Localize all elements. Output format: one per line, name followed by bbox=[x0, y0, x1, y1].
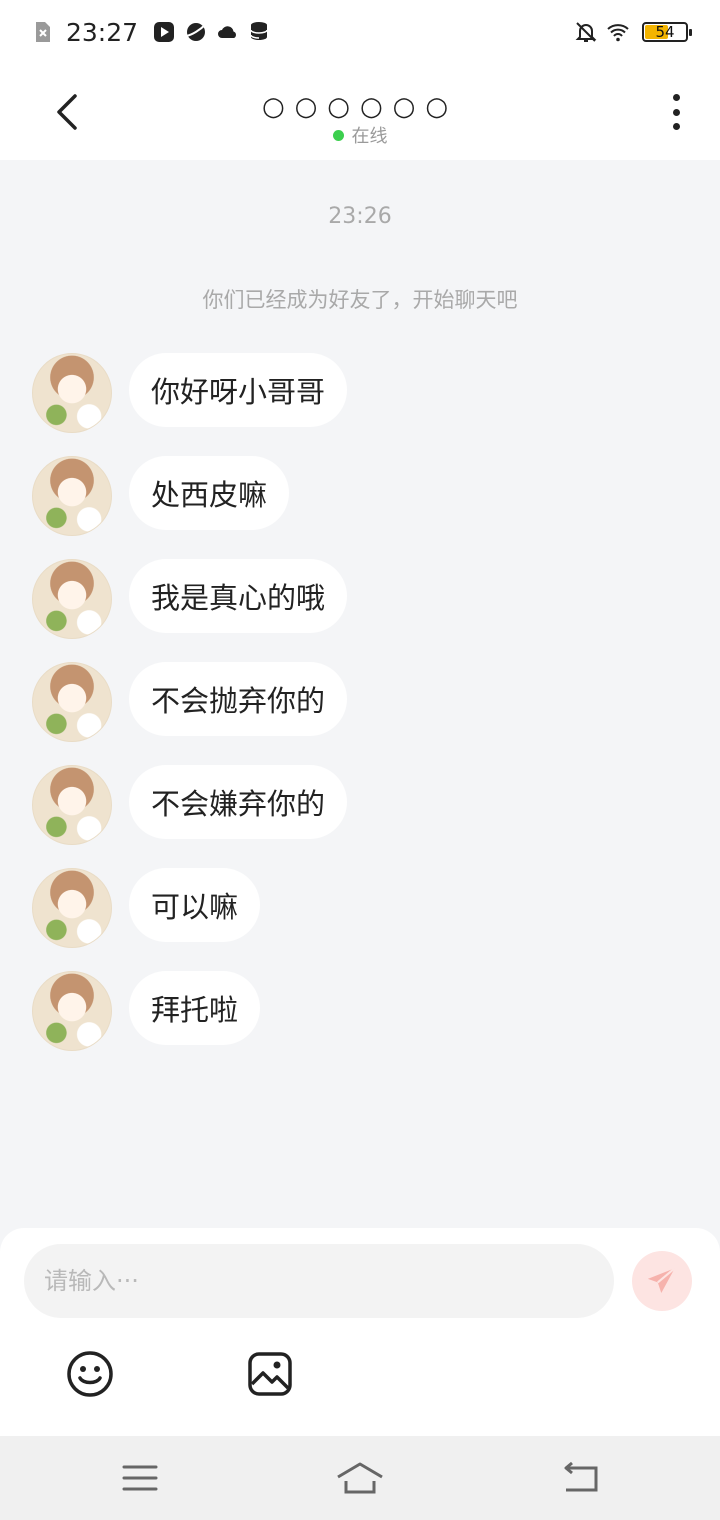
message-row: 可以嘛 bbox=[32, 868, 347, 971]
emoji-button[interactable] bbox=[66, 1350, 114, 1398]
more-options-button[interactable] bbox=[662, 90, 690, 134]
system-back-button[interactable] bbox=[556, 1456, 604, 1500]
message-bubble[interactable]: 可以嘛 bbox=[129, 868, 261, 942]
play-store-icon bbox=[154, 22, 175, 42]
home-button[interactable] bbox=[336, 1456, 384, 1500]
more-dot bbox=[672, 108, 680, 116]
home-icon bbox=[337, 1462, 383, 1494]
image-icon bbox=[248, 1352, 292, 1396]
chat-timestamp: 23:26 bbox=[328, 204, 392, 229]
status-bar-right: 54 bbox=[574, 20, 692, 44]
wifi-icon bbox=[607, 24, 629, 42]
planet-icon bbox=[185, 23, 207, 41]
avatar[interactable] bbox=[32, 559, 112, 639]
image-button[interactable] bbox=[246, 1350, 294, 1398]
smiley-icon bbox=[67, 1351, 113, 1397]
avatar[interactable] bbox=[32, 868, 112, 948]
more-dot bbox=[672, 123, 680, 130]
message-row: 你好呀小哥哥 bbox=[32, 353, 348, 456]
message-list: 你好呀小哥哥 处西皮嘛 我是真心的哦 不会抛弃你的 不会嫌弃你的 可以嘛 拜托啦 bbox=[32, 353, 348, 1074]
back-icon bbox=[564, 1462, 598, 1492]
message-row: 处西皮嘛 bbox=[32, 456, 347, 559]
recent-apps-button[interactable] bbox=[116, 1456, 164, 1500]
status-bar-left: 23:27 bbox=[30, 18, 272, 47]
header-title-group: ○○○○○○ 在线 bbox=[0, 94, 720, 148]
online-dot-icon bbox=[332, 129, 344, 141]
avatar[interactable] bbox=[32, 353, 112, 433]
avatar[interactable] bbox=[32, 662, 112, 742]
message-row: 不会嫌弃你的 bbox=[32, 765, 348, 868]
message-row: 我是真心的哦 bbox=[32, 559, 348, 662]
send-button[interactable] bbox=[632, 1251, 692, 1311]
battery-icon: 54 bbox=[642, 22, 692, 42]
status-time: 23:27 bbox=[66, 17, 139, 47]
message-bubble[interactable]: 拜托啦 bbox=[129, 971, 261, 1045]
sim-off-icon bbox=[36, 22, 50, 42]
menu-icon bbox=[122, 1465, 158, 1491]
message-row: 拜托啦 bbox=[32, 971, 347, 1074]
message-bubble[interactable]: 你好呀小哥哥 bbox=[129, 353, 348, 427]
battery-level: 54 bbox=[655, 23, 675, 41]
message-row: 不会抛弃你的 bbox=[32, 662, 348, 765]
message-bubble[interactable]: 不会嫌弃你的 bbox=[129, 765, 348, 839]
message-input[interactable] bbox=[24, 1244, 614, 1318]
avatar[interactable] bbox=[32, 456, 112, 536]
mute-bell-icon bbox=[575, 22, 597, 42]
message-bubble[interactable]: 我是真心的哦 bbox=[129, 559, 348, 633]
online-status: 在线 bbox=[0, 122, 720, 148]
more-dot bbox=[672, 94, 680, 101]
cloud-icon bbox=[218, 26, 237, 38]
status-bar: 23:27 54 bbox=[0, 0, 720, 64]
input-area bbox=[0, 1228, 720, 1436]
chat-area[interactable]: 23:26 你们已经成为好友了，开始聊天吧 你好呀小哥哥 处西皮嘛 我是真心的哦… bbox=[0, 160, 720, 1228]
online-status-text: 在线 bbox=[351, 126, 388, 147]
paper-plane-icon bbox=[647, 1267, 676, 1294]
message-bubble[interactable]: 不会抛弃你的 bbox=[129, 662, 348, 736]
message-bubble[interactable]: 处西皮嘛 bbox=[129, 456, 290, 530]
avatar[interactable] bbox=[32, 971, 112, 1051]
contact-name: ○○○○○○ bbox=[261, 92, 459, 122]
avatar[interactable] bbox=[32, 765, 112, 845]
system-nav-bar bbox=[0, 1436, 720, 1520]
database-icon bbox=[250, 22, 268, 40]
chat-header: ○○○○○○ 在线 bbox=[0, 64, 720, 160]
friend-notice: 你们已经成为好友了，开始聊天吧 bbox=[202, 288, 518, 312]
